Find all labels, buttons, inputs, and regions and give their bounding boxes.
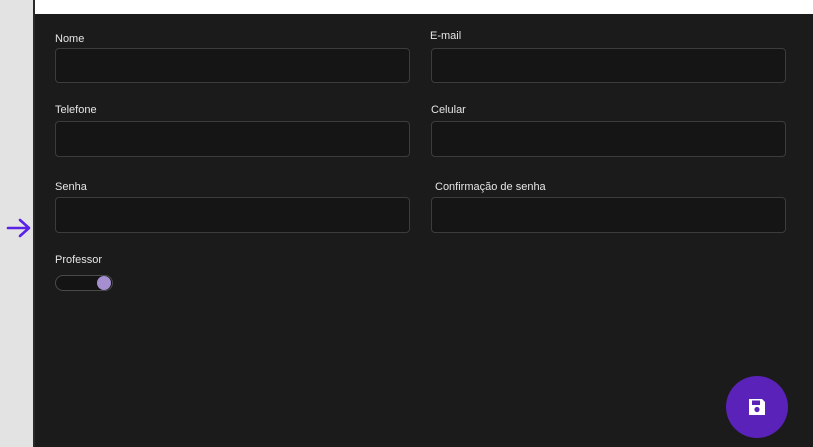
email-input[interactable] xyxy=(431,48,786,83)
confirmacao-senha-label: Confirmação de senha xyxy=(435,181,546,193)
senha-input[interactable] xyxy=(55,197,410,233)
professor-label: Professor xyxy=(55,254,103,266)
telefone-input[interactable] xyxy=(55,121,410,157)
toggle-thumb xyxy=(97,276,111,290)
nome-input[interactable] xyxy=(55,48,410,83)
confirmacao-senha-input[interactable] xyxy=(431,197,786,233)
nome-label: Nome xyxy=(55,33,85,45)
senha-label: Senha xyxy=(55,181,87,193)
floppy-disk-icon xyxy=(746,396,768,418)
email-label: E-mail xyxy=(430,30,462,42)
telefone-label: Telefone xyxy=(55,104,97,116)
arrow-right-icon[interactable] xyxy=(6,216,34,240)
celular-input[interactable] xyxy=(431,121,786,157)
professor-toggle[interactable] xyxy=(55,274,115,292)
celular-label: Celular xyxy=(431,104,466,116)
save-button[interactable] xyxy=(726,376,788,438)
